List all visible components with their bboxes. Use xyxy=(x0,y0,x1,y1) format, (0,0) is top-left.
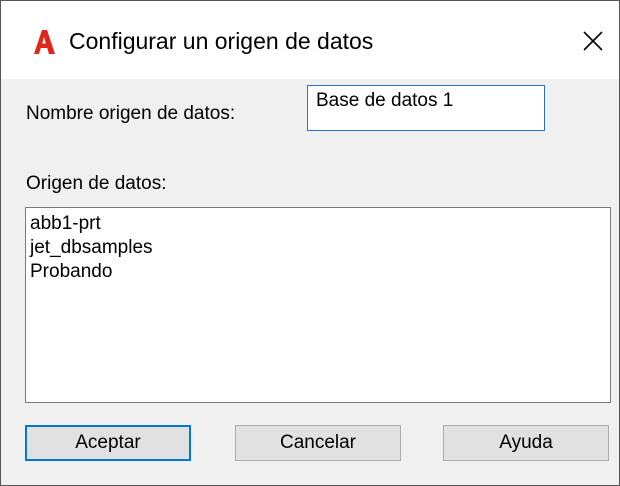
data-source-list-label: Origen de datos: xyxy=(26,173,167,194)
title-bar[interactable]: Configurar un origen de datos xyxy=(1,1,619,79)
accept-button[interactable]: Aceptar xyxy=(25,425,191,461)
help-button[interactable]: Ayuda xyxy=(443,425,609,461)
cancel-button[interactable]: Cancelar xyxy=(235,425,401,461)
data-source-name-label: Nombre origen de datos: xyxy=(26,103,236,124)
window-title: Configurar un origen de datos xyxy=(69,28,374,54)
data-source-listbox[interactable]: abb1-prt jet_dbsamples Probando xyxy=(25,207,611,403)
list-item[interactable]: jet_dbsamples xyxy=(30,236,606,260)
configure-data-source-dialog: Configurar un origen de datos Nombre ori… xyxy=(0,0,620,486)
list-item[interactable]: Probando xyxy=(30,260,606,284)
data-source-name-input[interactable]: Base de datos 1 xyxy=(307,85,545,131)
autocad-a-logo-icon xyxy=(31,30,57,54)
list-item[interactable]: abb1-prt xyxy=(30,212,606,236)
close-button[interactable] xyxy=(573,23,613,63)
close-icon xyxy=(582,30,604,57)
